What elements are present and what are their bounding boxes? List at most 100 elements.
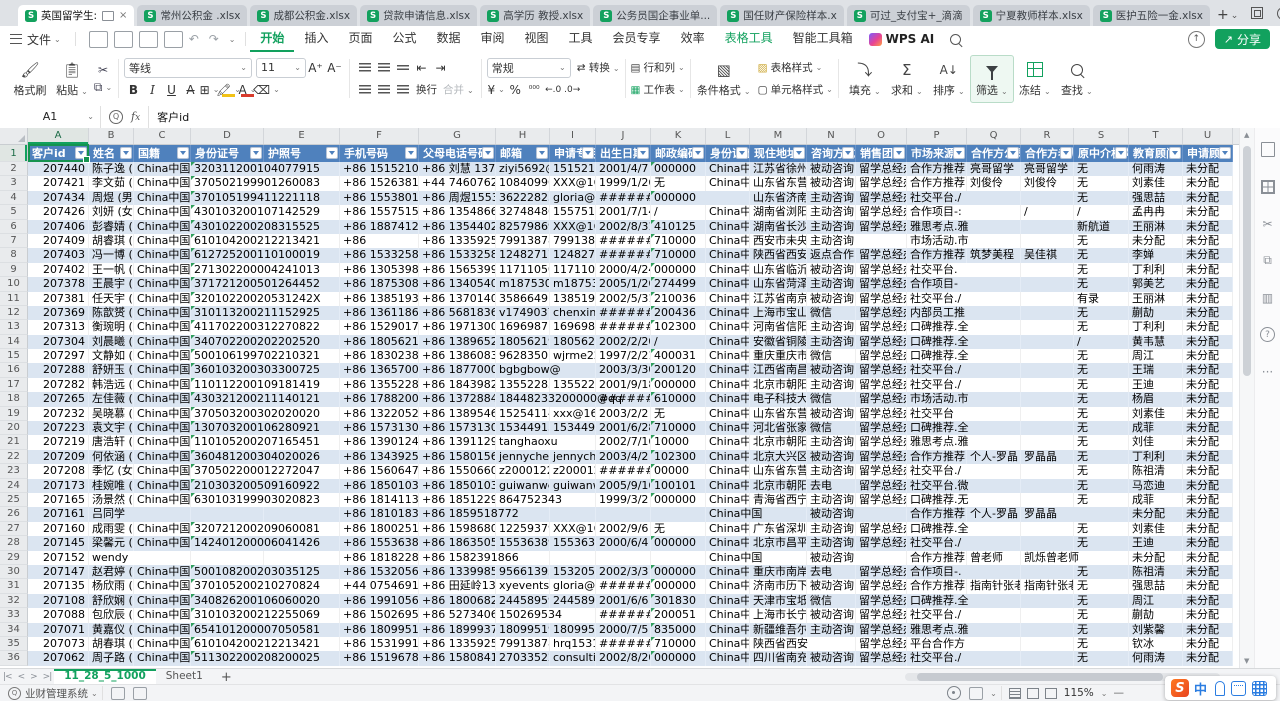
- table-header-I[interactable]: 申请专用: [550, 145, 596, 162]
- cell-B29[interactable]: wendy: [89, 551, 134, 565]
- cell-K3[interactable]: 无: [651, 176, 706, 190]
- cell-R23[interactable]: [1021, 464, 1074, 478]
- cell-L33[interactable]: China中国: [706, 608, 750, 622]
- cell-F13[interactable]: +86 15290175: [340, 320, 419, 334]
- cell-H32[interactable]: 244589596: [496, 594, 550, 608]
- cell-J14[interactable]: 2002/2/20: [596, 335, 651, 349]
- cell-M14[interactable]: 安徽省铜陵: [750, 335, 807, 349]
- cell-S2[interactable]: 无: [1074, 162, 1129, 176]
- cell-P34[interactable]: 雅思考点.雅: [907, 623, 967, 637]
- cell-T32[interactable]: 周江: [1129, 594, 1183, 608]
- cell-F19[interactable]: +86 13220522: [340, 407, 419, 421]
- cell-F6[interactable]: +86 18874129: [340, 220, 419, 234]
- cell-R7[interactable]: [1021, 234, 1074, 248]
- cell-D34[interactable]: 654101200007050581: [191, 623, 264, 637]
- cell-P15[interactable]: 口碑推荐.全: [907, 349, 967, 363]
- cell-Q11[interactable]: [967, 292, 1021, 306]
- cell-T36[interactable]: 何雨涛: [1129, 651, 1183, 665]
- cell-Q18[interactable]: [967, 392, 1021, 406]
- preview-icon[interactable]: [164, 31, 183, 48]
- col-header-L[interactable]: L: [706, 128, 750, 144]
- cell-M15[interactable]: 重庆重庆市: [750, 349, 807, 363]
- search-icon[interactable]: [950, 34, 961, 45]
- cell-S12[interactable]: 无: [1074, 306, 1129, 320]
- cell-P14[interactable]: 口碑推荐.全: [907, 335, 967, 349]
- cell-K15[interactable]: 400031: [651, 349, 706, 363]
- cell-J21[interactable]: 2002/7/16: [596, 435, 651, 449]
- cell-O21[interactable]: 留学总经办: [856, 435, 907, 449]
- cell-I20[interactable]: 153449155: [550, 421, 596, 435]
- row-header[interactable]: 21: [0, 435, 28, 449]
- cell-M8[interactable]: 陕西省西安: [750, 248, 807, 262]
- document-tab[interactable]: S国任财产保险样本.x: [720, 5, 844, 26]
- scroll-up-icon[interactable]: ▲: [1244, 131, 1249, 139]
- cell-C16[interactable]: China中国: [134, 363, 191, 377]
- cell-R29[interactable]: 凯烁曾老师: [1021, 551, 1074, 565]
- cell-O36[interactable]: 留学总经办: [856, 651, 907, 665]
- cell-K5[interactable]: /: [651, 205, 706, 219]
- cell-C28[interactable]: China中国: [134, 536, 191, 550]
- cell-B27[interactable]: 成雨雯 (女: [89, 522, 134, 536]
- status-grid-icon[interactable]: [111, 687, 125, 700]
- cell-B36[interactable]: 周子路 (女: [89, 651, 134, 665]
- cell-S8[interactable]: 无: [1074, 248, 1129, 262]
- cell-I34[interactable]: 180995191: [550, 623, 596, 637]
- cell-I9[interactable]: 117110505: [550, 263, 596, 277]
- cell-R11[interactable]: [1021, 292, 1074, 306]
- cell-D24[interactable]: 210303200509160922: [191, 479, 264, 493]
- cell-D12[interactable]: 310113200211152925: [191, 306, 264, 320]
- cell-C17[interactable]: China中国: [134, 378, 191, 392]
- cell-I6[interactable]: XXX@163.: [550, 220, 596, 234]
- cell-F32[interactable]: +86 19910568: [340, 594, 419, 608]
- cell-T34[interactable]: 刘紫馨: [1129, 623, 1183, 637]
- cell-C25[interactable]: China中国: [134, 493, 191, 507]
- cell-O11[interactable]: 留学总经办: [856, 292, 907, 306]
- cell-G33[interactable]: +86 52734062: [419, 608, 496, 622]
- chevron-down-icon[interactable]: ⌄: [91, 689, 98, 698]
- align-top-icon[interactable]: [355, 58, 374, 77]
- row-header[interactable]: 14: [0, 335, 28, 349]
- col-header-O[interactable]: O: [856, 128, 907, 144]
- cell-I8[interactable]: 124827175: [550, 248, 596, 262]
- cell-H35[interactable]: 799138782: [496, 637, 550, 651]
- cell-A36[interactable]: 207062: [28, 651, 89, 665]
- print-icon[interactable]: [139, 31, 158, 48]
- cell-L8[interactable]: China中国: [706, 248, 750, 262]
- align-right-icon[interactable]: [393, 80, 412, 99]
- cell-I10[interactable]: m1875308: [550, 277, 596, 291]
- cell-G9[interactable]: +86 1565399710: [419, 263, 496, 277]
- table-header-B[interactable]: 姓名: [89, 145, 134, 162]
- cell-T7[interactable]: 未分配: [1129, 234, 1183, 248]
- globe-icon[interactable]: [1272, 4, 1280, 22]
- cell-E29[interactable]: [264, 551, 340, 565]
- cell-J28[interactable]: 2000/6/4: [596, 536, 651, 550]
- cell-C6[interactable]: China中国: [134, 220, 191, 234]
- cell-F9[interactable]: +86 13053983: [340, 263, 419, 277]
- col-header-I[interactable]: I: [550, 128, 596, 144]
- cell-O24[interactable]: 留学总经办: [856, 479, 907, 493]
- convert-button[interactable]: ⇄ 转换⌄: [577, 60, 620, 75]
- cell-J31[interactable]: ########: [596, 579, 651, 593]
- cell-Q36[interactable]: [967, 651, 1021, 665]
- cell-T33[interactable]: 蒯劼: [1129, 608, 1183, 622]
- filter-dropdown-icon[interactable]: [736, 147, 748, 159]
- cell-M20[interactable]: 河北省张家: [750, 421, 807, 435]
- col-header-U[interactable]: U: [1183, 128, 1233, 144]
- cell-K14[interactable]: /: [651, 335, 706, 349]
- cell-J19[interactable]: 2003/2/2: [596, 407, 651, 421]
- cell-I30[interactable]: 153205639: [550, 565, 596, 579]
- cell-J33[interactable]: ########: [596, 608, 651, 622]
- cell-H18[interactable]: 18448233200000@qq: [496, 392, 550, 406]
- cell-K25[interactable]: 000000: [651, 493, 706, 507]
- cell-B11[interactable]: 任天宇 (女: [89, 292, 134, 306]
- col-header-A[interactable]: A: [28, 128, 89, 144]
- cell-G2[interactable]: +86 刘慧 137052: [419, 162, 496, 176]
- cell-G15[interactable]: +86 1386083127: [419, 349, 496, 363]
- select-all-corner[interactable]: [0, 128, 28, 144]
- number-format-select[interactable]: 常规⌄: [487, 58, 571, 78]
- cell-U6[interactable]: 未分配: [1183, 220, 1233, 234]
- cell-F29[interactable]: +86 18182281: [340, 551, 419, 565]
- cell-U4[interactable]: 未分配: [1183, 191, 1233, 205]
- normal-view-icon[interactable]: [1009, 688, 1021, 699]
- cell-P7[interactable]: 市场活动.市: [907, 234, 967, 248]
